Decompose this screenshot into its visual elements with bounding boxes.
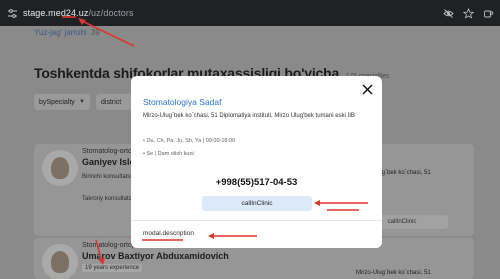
schedule-day-off-text: Se | Dam olish kuni xyxy=(146,151,194,157)
specialty-filter-label: bySpecialty xyxy=(39,98,75,106)
specialty-link[interactable]: Yuz-jag' jarrohi 39 xyxy=(34,28,100,37)
specialty-filter[interactable]: bySpecialty ▼ xyxy=(34,94,90,110)
district-filter-label: district xyxy=(101,98,122,106)
call-in-clinic-button[interactable]: callInClinic xyxy=(202,196,312,211)
clinic-address: Mirzo-Ulug`bek ko`chasi, 51 Diplomatiya … xyxy=(143,113,355,119)
experience-badge: 19 years experience xyxy=(82,264,143,272)
divider xyxy=(131,220,382,221)
close-icon xyxy=(362,84,372,94)
schedule-working-days: • Du, Ch, Pa, Ju, Sh, Ya | 09:00-18:00 xyxy=(143,138,236,144)
clinic-phone[interactable]: +998(55)517-04-53 xyxy=(131,177,382,188)
clinic-name[interactable]: Stomatologiya Sadaf xyxy=(143,97,221,107)
schedule-day-off: • Se | Dam olish kuni xyxy=(143,151,194,157)
first-consultation-label: Birinchi konsultatsiya xyxy=(82,174,139,180)
doctor-name[interactable]: Umarov Baxtiyor Abduxamidovich xyxy=(82,251,229,261)
close-button[interactable] xyxy=(359,81,375,97)
doctor-avatar xyxy=(42,150,78,186)
modal-description: modal.description xyxy=(143,230,194,237)
chevron-down-icon: ▼ xyxy=(79,99,85,105)
district-filter[interactable]: district xyxy=(96,94,136,110)
address-bar[interactable]: stage.med24.uz/uz/doctors xyxy=(23,8,134,18)
specialty-link-label: Yuz-jag' jarrohi xyxy=(34,28,87,37)
specialty-link-count: 39 xyxy=(90,28,100,37)
url-host: stage.med24.uz xyxy=(23,8,89,18)
schedule-working-days-text: Du, Ch, Pa, Ju, Sh, Ya | 09:00-18:00 xyxy=(146,138,236,144)
bookmark-star-icon[interactable] xyxy=(463,7,474,19)
clinic-modal: Stomatologiya Sadaf Mirzo-Ulug`bek ko`ch… xyxy=(131,76,382,248)
extensions-icon[interactable] xyxy=(483,8,494,19)
url-path: /uz/doctors xyxy=(88,8,134,18)
site-settings-icon[interactable] xyxy=(6,7,18,19)
eye-off-icon[interactable] xyxy=(443,8,454,19)
doctor-avatar xyxy=(42,244,78,279)
clinic-address: Mirzo-Ulug`bek ko`chasi, 51 xyxy=(356,270,431,276)
browser-toolbar: stage.med24.uz/uz/doctors xyxy=(0,0,500,26)
